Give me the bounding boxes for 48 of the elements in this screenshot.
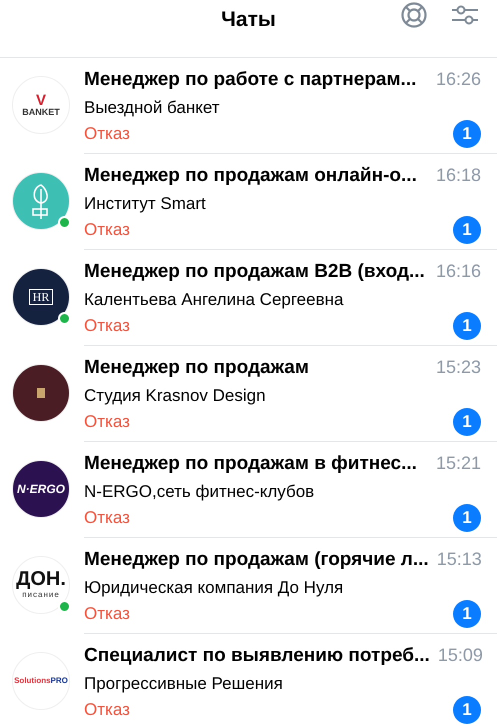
unread-badge: 1 [453,408,481,436]
chat-time: 15:09 [438,644,483,667]
logo-text: HR [28,288,54,306]
unread-badge: 1 [453,216,481,244]
chat-title: Специалист по выявлению потреб... [84,644,430,668]
company-name: N-ERGO,сеть фитнес-клубов [84,480,316,502]
status-text: Отказ [84,411,130,434]
unread-badge: 1 [453,120,481,148]
status-text: Отказ [84,699,130,722]
status-text: Отказ [84,603,130,626]
unread-badge: 1 [453,504,481,532]
chat-title: Менеджер по продажам (горячие л... [84,548,429,572]
chat-time: 16:26 [436,68,481,91]
status-text: Отказ [84,507,130,530]
logo-text: ДОН. [16,569,66,589]
chat-row[interactable]: Менеджер по продажам 15:23 Студия Krasnov Design Отказ 1 [84,346,497,442]
chat-title: Менеджер по продажам в фитнес... [84,452,417,476]
filter-icon[interactable] [451,4,479,26]
chat-title: Менеджер по продажам [84,356,309,380]
chat-time: 15:23 [436,356,481,379]
chat-time: 16:18 [436,164,481,187]
chat-time: 16:16 [436,260,481,283]
logo-text: SolutionsPRO [14,675,68,687]
company-name: Прогрессивные Решения [84,672,284,694]
logo-text: V [36,92,46,108]
logo-text: писание [22,589,60,601]
logo-text: BANKET [22,108,60,118]
chat-row[interactable]: Менеджер по продажам онлайн-о... 16:18 Институт Smart Отказ 1 [84,154,497,250]
status-text: Отказ [84,219,130,242]
company-name: Студия Krasnov Design [84,384,267,406]
chat-time: 15:13 [436,548,482,571]
support-icon[interactable] [401,2,427,28]
unread-badge: 1 [453,600,481,628]
header-title: Чаты [221,7,276,33]
status-text: Отказ [84,123,130,146]
company-name: Юридическая компания До Нуля [84,576,344,598]
company-name: Институт Smart [84,192,207,214]
chat-title: Менеджер по продажам онлайн-о... [84,164,417,188]
chat-title: Менеджер по работе с партнерам... [84,68,416,92]
unread-badge: 1 [453,312,481,340]
chat-time: 15:21 [436,452,481,475]
logo-text: N·ERGO [17,481,65,498]
company-name: Калентьева Ангелина Сергеевна [84,288,344,310]
logo-icon [37,388,45,398]
company-name: Выездной банкет [84,96,221,118]
status-text: Отказ [84,315,130,338]
unread-badge: 1 [453,696,481,724]
chat-title: Менеджер по продажам B2B (вход... [84,260,425,284]
